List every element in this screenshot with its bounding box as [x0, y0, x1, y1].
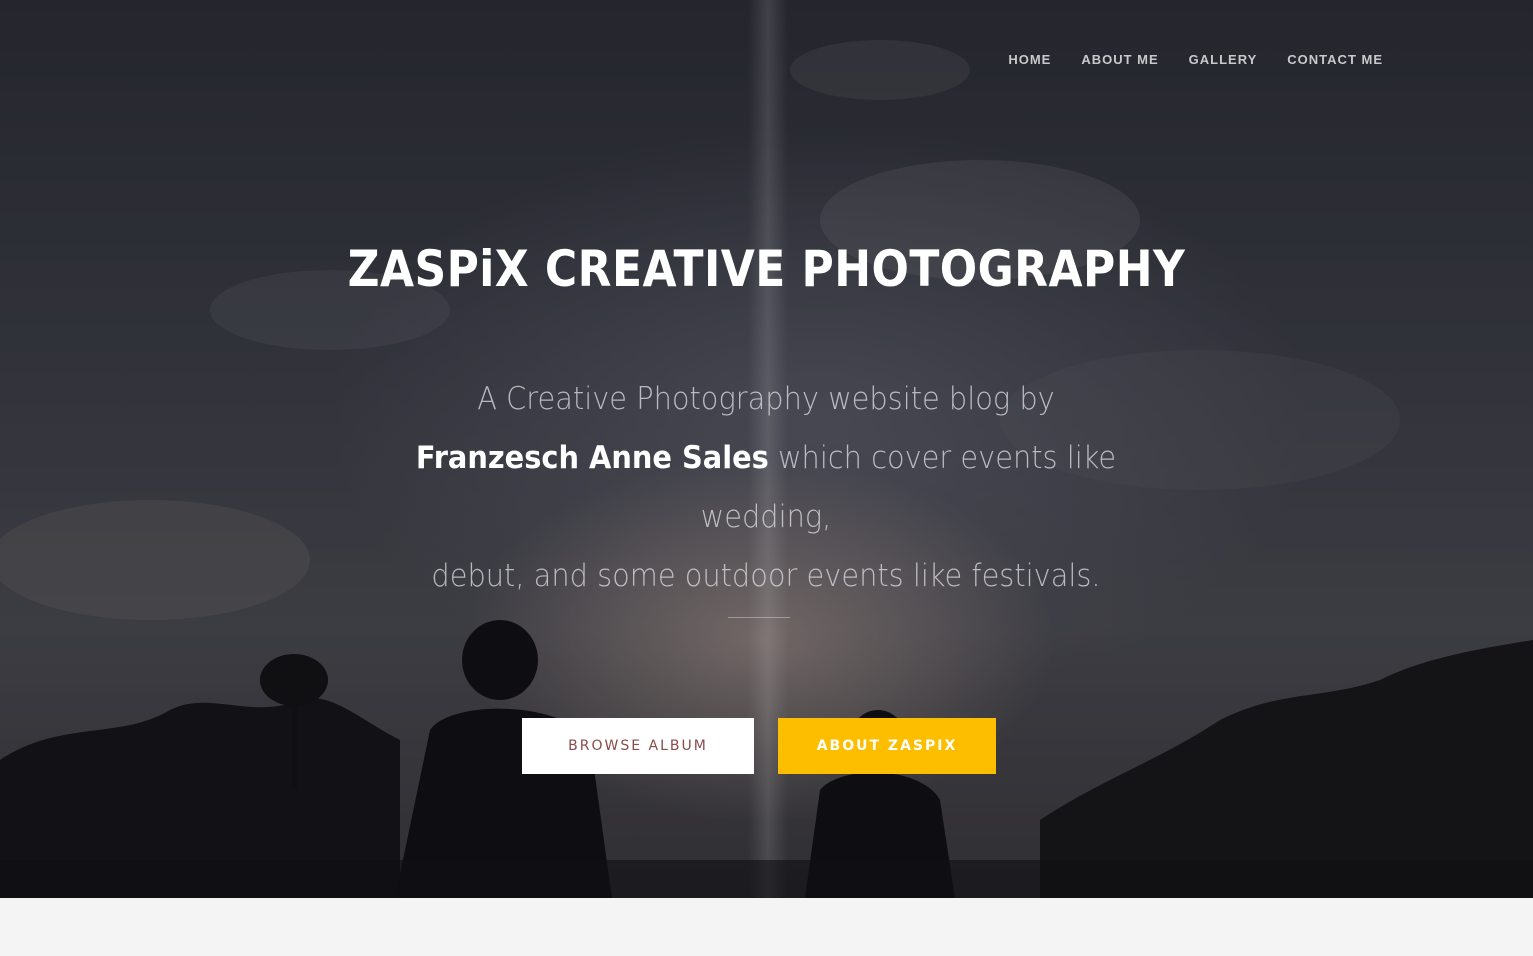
subtitle-line-3: debut, and some outdoor events like fest… [431, 558, 1101, 594]
hero-section: HOME ABOUT ME GALLERY CONTACT ME ZASPiX … [0, 0, 1533, 898]
hero-divider [728, 617, 790, 618]
top-nav: HOME ABOUT ME GALLERY CONTACT ME [1008, 52, 1383, 67]
browse-album-button[interactable]: BROWSE ALBUM [522, 718, 754, 774]
page-title: ZASPiX CREATIVE PHOTOGRAPHY [347, 240, 1186, 298]
hero-subtitle: A Creative Photography website blog by F… [348, 370, 1185, 606]
photographer-name: Franzesch Anne Sales [415, 440, 769, 476]
about-zaspix-button[interactable]: ABOUT ZASPIX [778, 718, 996, 774]
subtitle-line-2: Franzesch Anne Sales which cover events … [348, 429, 1185, 547]
nav-item-gallery[interactable]: GALLERY [1189, 52, 1258, 67]
subtitle-line-1: A Creative Photography website blog by [477, 381, 1055, 417]
content-section-top [0, 898, 1533, 956]
nav-item-about-me[interactable]: ABOUT ME [1081, 52, 1158, 67]
nav-item-contact-me[interactable]: CONTACT ME [1287, 52, 1383, 67]
nav-item-home[interactable]: HOME [1008, 52, 1051, 67]
